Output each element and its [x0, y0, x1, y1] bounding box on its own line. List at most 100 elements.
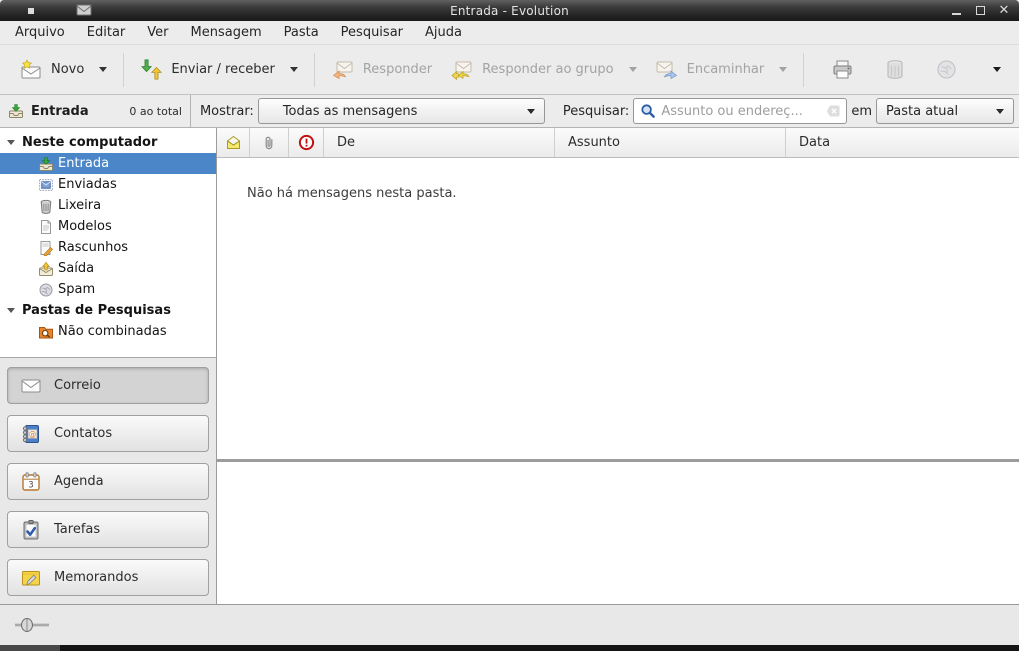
menu-ver[interactable]: Ver	[136, 22, 179, 43]
clear-search-icon[interactable]	[826, 104, 840, 118]
forward-dropdown-icon[interactable]	[779, 67, 787, 72]
sidebar-item-nao-combinadas[interactable]: Não combinadas	[0, 321, 216, 342]
sidebar-item-entrada[interactable]: Entrada	[0, 153, 216, 174]
calendar-icon: 3	[20, 471, 42, 493]
switcher-tasks-button[interactable]: Tarefas	[7, 511, 209, 548]
window-title: Entrada - Evolution	[0, 4, 1019, 18]
titlebar-dot-icon	[28, 8, 34, 14]
message-pane: De Assunto Data Não há mensagens nesta p…	[217, 128, 1019, 604]
tree-group-this-computer[interactable]: Neste computador	[0, 132, 216, 153]
send-receive-dropdown-icon[interactable]	[290, 67, 298, 72]
new-mail-icon	[19, 59, 43, 81]
message-list-header: De Assunto Data	[217, 128, 1019, 158]
reply-button[interactable]: Responder	[322, 53, 441, 87]
column-priority[interactable]	[289, 128, 324, 157]
search-input[interactable]	[661, 104, 821, 119]
expander-icon[interactable]	[7, 140, 15, 145]
paperclip-icon	[262, 135, 276, 151]
folder-message-count: 0 ao total	[129, 105, 182, 118]
sidebar-item-saida[interactable]: Saída	[0, 258, 216, 279]
priority-icon	[298, 134, 315, 151]
reply-group-dropdown-icon[interactable]	[629, 67, 637, 72]
switcher-toggle-button[interactable]	[13, 617, 51, 633]
show-label: Mostrar:	[196, 104, 258, 119]
svg-text:@: @	[29, 429, 37, 438]
new-dropdown-icon[interactable]	[99, 67, 107, 72]
switcher-mail-button[interactable]: Correio	[7, 367, 209, 404]
expander-icon[interactable]	[7, 308, 15, 313]
search-label: Pesquisar:	[559, 104, 634, 119]
switcher-contacts-button[interactable]: @ Contatos	[7, 415, 209, 452]
filter-bar: Mostrar: Todas as mensagens Pesquisar:	[191, 95, 1019, 127]
show-filter-dropdown[interactable]: Todas as mensagens	[258, 98, 545, 124]
tasks-icon	[20, 519, 42, 541]
tree-group-search-folders[interactable]: Pastas de Pesquisas	[0, 300, 216, 321]
junk-icon	[38, 282, 54, 298]
menu-pesquisar[interactable]: Pesquisar	[330, 22, 414, 43]
menu-ajuda[interactable]: Ajuda	[414, 22, 473, 43]
drafts-icon	[38, 240, 54, 256]
sent-icon	[38, 177, 54, 193]
send-receive-button[interactable]: Enviar / receber	[131, 52, 307, 87]
column-attachment[interactable]	[250, 128, 289, 157]
junk-icon	[935, 58, 958, 81]
column-from[interactable]: De	[324, 128, 555, 157]
templates-icon	[38, 219, 54, 235]
forward-button[interactable]: Encaminhar	[646, 53, 797, 87]
search-folder-icon	[38, 324, 54, 340]
evolution-window: Entrada - Evolution ✕ Arquivo Editar Ver…	[0, 0, 1019, 651]
reply-group-button[interactable]: Responder ao grupo	[441, 53, 646, 87]
print-button[interactable]	[821, 52, 864, 87]
trash-icon	[883, 58, 907, 81]
toolbar-separator	[123, 53, 124, 87]
toolbar-overflow-button[interactable]	[985, 61, 1009, 78]
folder-header: Entrada 0 ao total	[0, 95, 191, 127]
sidebar-item-enviadas[interactable]: Enviadas	[0, 174, 216, 195]
close-button[interactable]: ✕	[997, 4, 1011, 18]
contacts-icon: @	[20, 423, 42, 445]
sidebar-item-spam[interactable]: Spam	[0, 279, 216, 300]
sidebar-item-modelos[interactable]: Modelos	[0, 216, 216, 237]
sidebar-item-lixeira[interactable]: Lixeira	[0, 195, 216, 216]
preview-pane	[217, 462, 1019, 604]
switcher-calendar-button[interactable]: 3 Agenda	[7, 463, 209, 500]
outbox-icon	[38, 261, 54, 277]
current-folder-title: Entrada	[31, 104, 89, 119]
inbox-icon	[8, 103, 24, 119]
mail-icon	[20, 375, 42, 397]
column-read-status[interactable]	[217, 128, 250, 157]
printer-icon	[830, 58, 855, 81]
filter-row: Entrada 0 ao total Mostrar: Todas as men…	[0, 95, 1019, 128]
empty-folder-message: Não há mensagens nesta pasta.	[247, 186, 457, 201]
column-date[interactable]: Data	[786, 128, 1019, 157]
component-switcher: Correio @ Contatos	[0, 358, 216, 604]
inbox-icon	[38, 156, 54, 172]
menu-editar[interactable]: Editar	[76, 22, 137, 43]
forward-icon	[655, 59, 679, 81]
overflow-arrow-icon	[993, 67, 1001, 72]
message-list[interactable]: Não há mensagens nesta pasta.	[217, 158, 1019, 459]
toolbar-separator	[314, 53, 315, 87]
read-status-icon	[225, 135, 242, 150]
in-label: em	[847, 104, 876, 119]
send-receive-icon	[140, 58, 163, 81]
folder-tree: Neste computador Entrada	[0, 128, 216, 358]
new-button[interactable]: Novo	[10, 53, 116, 87]
menubar: Arquivo Editar Ver Mensagem Pasta Pesqui…	[0, 21, 1019, 45]
toolbar-separator	[803, 53, 804, 87]
delete-button[interactable]	[874, 52, 916, 87]
menu-pasta[interactable]: Pasta	[273, 22, 330, 43]
trash-icon	[38, 198, 54, 214]
column-subject[interactable]: Assunto	[555, 128, 786, 157]
menu-mensagem[interactable]: Mensagem	[180, 22, 273, 43]
switcher-memos-button[interactable]: Memorandos	[7, 559, 209, 596]
maximize-button[interactable]	[973, 4, 987, 18]
menu-arquivo[interactable]: Arquivo	[4, 22, 76, 43]
sidebar: Neste computador Entrada	[0, 128, 217, 604]
minimize-button[interactable]	[949, 4, 963, 18]
svg-text:3: 3	[28, 480, 33, 490]
sidebar-item-rascunhos[interactable]: Rascunhos	[0, 237, 216, 258]
junk-button[interactable]	[926, 52, 967, 87]
search-scope-dropdown[interactable]: Pasta atual	[876, 98, 1014, 124]
reply-icon	[331, 59, 355, 81]
